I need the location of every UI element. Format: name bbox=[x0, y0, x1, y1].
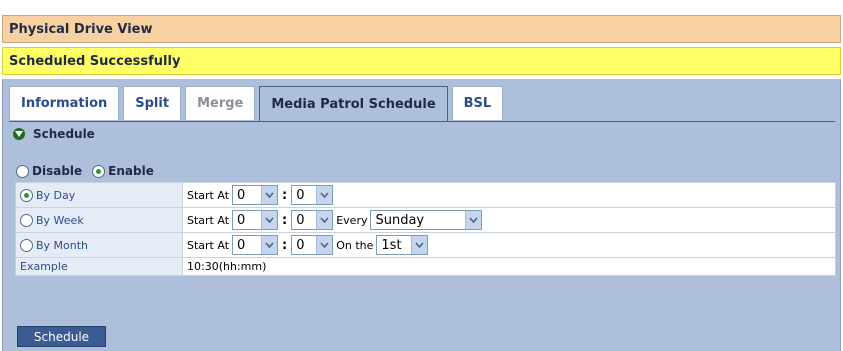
by-month-label: By Month bbox=[36, 238, 89, 252]
by-week-label-cell: By Week bbox=[15, 207, 183, 233]
day-of-month-value: 1st bbox=[381, 237, 402, 253]
tab-strip: Information Split Merge Media Patrol Sch… bbox=[9, 86, 504, 122]
tab-information[interactable]: Information bbox=[9, 86, 120, 120]
colon-separator: : bbox=[282, 237, 288, 253]
start-at-label: Start At bbox=[187, 213, 230, 227]
tab-divider bbox=[9, 121, 835, 122]
minute-select[interactable]: 0 bbox=[291, 210, 334, 230]
by-month-option[interactable]: By Month bbox=[20, 238, 178, 252]
status-banner: Scheduled Successfully bbox=[2, 47, 841, 75]
collapse-icon[interactable] bbox=[13, 128, 25, 140]
schedule-row-by-month: By Month Start At 0 : 0 On the 1st bbox=[15, 232, 836, 258]
disable-option[interactable]: Disable bbox=[16, 164, 82, 178]
disable-label: Disable bbox=[32, 164, 83, 178]
tab-media-patrol-schedule[interactable]: Media Patrol Schedule bbox=[259, 86, 448, 122]
by-day-option[interactable]: By Day bbox=[20, 188, 178, 202]
every-label: Every bbox=[336, 213, 368, 227]
schedule-table: By Day Start At 0 : 0 By Week Start At 0… bbox=[15, 182, 836, 276]
status-text: Scheduled Successfully bbox=[9, 53, 181, 69]
enable-radio[interactable] bbox=[92, 164, 106, 178]
disable-radio[interactable] bbox=[16, 164, 29, 178]
day-of-month-select[interactable]: 1st bbox=[376, 235, 429, 255]
hour-select[interactable]: 0 bbox=[232, 235, 279, 255]
colon-separator: : bbox=[282, 212, 288, 228]
by-day-radio[interactable] bbox=[20, 188, 33, 202]
by-week-label: By Week bbox=[36, 213, 84, 227]
weekday-select[interactable]: Sunday bbox=[370, 210, 483, 230]
by-day-value-cell: Start At 0 : 0 bbox=[182, 182, 836, 208]
minute-select[interactable]: 0 bbox=[291, 185, 334, 205]
enable-disable-group: Disable Enable bbox=[16, 164, 154, 178]
enable-label: Enable bbox=[108, 164, 154, 178]
section-title: Schedule bbox=[33, 127, 95, 141]
page-title-text: Physical Drive View bbox=[9, 21, 153, 37]
schedule-panel: Information Split Merge Media Patrol Sch… bbox=[2, 79, 841, 351]
colon-separator: : bbox=[282, 187, 288, 203]
by-day-label-cell: By Day bbox=[15, 182, 183, 208]
hour-value: 0 bbox=[237, 237, 246, 253]
by-week-option[interactable]: By Week bbox=[20, 213, 178, 227]
by-day-label: By Day bbox=[36, 188, 76, 202]
on-the-label: On the bbox=[336, 238, 374, 252]
chevron-down-icon[interactable] bbox=[261, 236, 278, 254]
schedule-button[interactable]: Schedule bbox=[17, 326, 106, 347]
section-header-schedule[interactable]: Schedule bbox=[13, 127, 95, 141]
chevron-down-icon[interactable] bbox=[261, 211, 278, 229]
by-week-radio[interactable] bbox=[20, 213, 33, 227]
example-label: Example bbox=[15, 257, 183, 276]
by-week-value-cell: Start At 0 : 0 Every Sunday bbox=[182, 207, 836, 233]
minute-value: 0 bbox=[296, 212, 305, 228]
start-at-label: Start At bbox=[187, 238, 230, 252]
tab-merge: Merge bbox=[185, 86, 256, 120]
minute-value: 0 bbox=[296, 237, 305, 253]
hour-select[interactable]: 0 bbox=[232, 185, 279, 205]
start-at-label: Start At bbox=[187, 188, 230, 202]
tab-bsl[interactable]: BSL bbox=[451, 86, 504, 120]
by-month-label-cell: By Month bbox=[15, 232, 183, 258]
minute-value: 0 bbox=[296, 187, 305, 203]
page-title: Physical Drive View bbox=[2, 15, 841, 43]
by-month-radio[interactable] bbox=[20, 238, 33, 252]
hour-value: 0 bbox=[237, 187, 246, 203]
minute-select[interactable]: 0 bbox=[291, 235, 334, 255]
chevron-down-icon[interactable] bbox=[316, 236, 333, 254]
chevron-down-icon[interactable] bbox=[261, 186, 278, 204]
hour-value: 0 bbox=[237, 212, 246, 228]
chevron-down-icon[interactable] bbox=[316, 186, 333, 204]
chevron-down-icon[interactable] bbox=[465, 211, 482, 229]
by-month-value-cell: Start At 0 : 0 On the 1st bbox=[182, 232, 836, 258]
tab-split[interactable]: Split bbox=[123, 86, 182, 120]
schedule-row-by-week: By Week Start At 0 : 0 Every Sunday bbox=[15, 207, 836, 233]
weekday-value: Sunday bbox=[375, 212, 425, 228]
enable-option[interactable]: Enable bbox=[92, 164, 154, 178]
physical-drive-view-window: Physical Drive View Scheduled Successful… bbox=[2, 0, 843, 351]
hour-select[interactable]: 0 bbox=[232, 210, 279, 230]
chevron-down-icon[interactable] bbox=[411, 236, 428, 254]
example-value: 10:30(hh:mm) bbox=[182, 257, 836, 276]
schedule-row-by-day: By Day Start At 0 : 0 bbox=[15, 182, 836, 208]
chevron-down-icon[interactable] bbox=[316, 211, 333, 229]
example-row: Example 10:30(hh:mm) bbox=[15, 257, 836, 276]
